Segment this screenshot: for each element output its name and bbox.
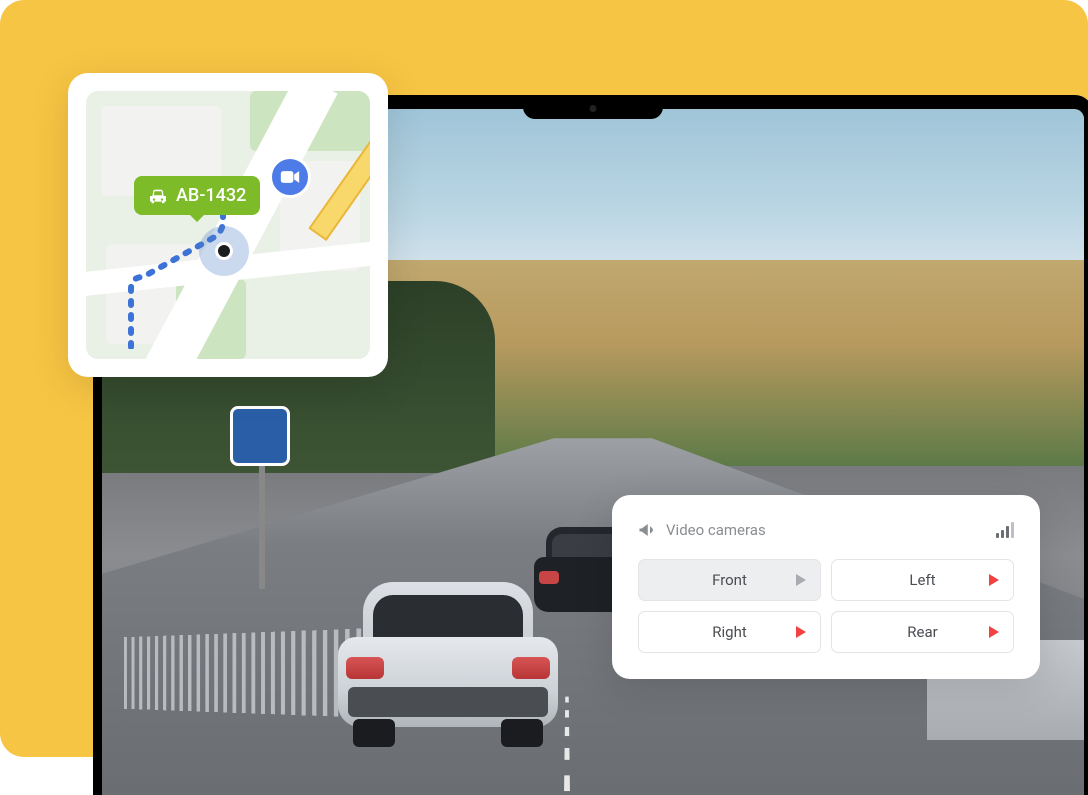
camera-left-button[interactable]: Left [831,559,1014,601]
video-cameras-panel: Video cameras Front Left [612,495,1040,679]
car-icon [148,188,168,204]
signal-strength-icon [996,522,1014,538]
map-canvas[interactable]: AB-1432 [86,91,370,359]
video-camera-icon [280,170,300,184]
cameras-header: Video cameras [638,521,1014,539]
vehicle-location-marker[interactable] [199,226,249,276]
cameras-grid: Front Left Right Rear [638,559,1014,653]
camera-front-button[interactable]: Front [638,559,821,601]
road-sign-blue [230,406,290,466]
map-widget[interactable]: AB-1432 [68,73,388,377]
camera-marker[interactable] [269,156,311,198]
play-icon [796,626,806,638]
play-icon [989,574,999,586]
cameras-title: Video cameras [666,521,766,539]
play-icon [989,626,999,638]
vehicle-id-badge[interactable]: AB-1432 [134,176,260,215]
device-camera-dot [590,105,597,112]
megaphone-icon [638,521,656,539]
camera-rear-button[interactable]: Rear [831,611,1014,653]
vehicle-ahead-silver [338,567,558,747]
vehicle-id-text: AB-1432 [176,185,246,206]
play-icon [796,574,806,586]
camera-right-button[interactable]: Right [638,611,821,653]
device-notch [523,95,663,119]
app-frame: AB-1432 Video cameras [0,0,1088,757]
